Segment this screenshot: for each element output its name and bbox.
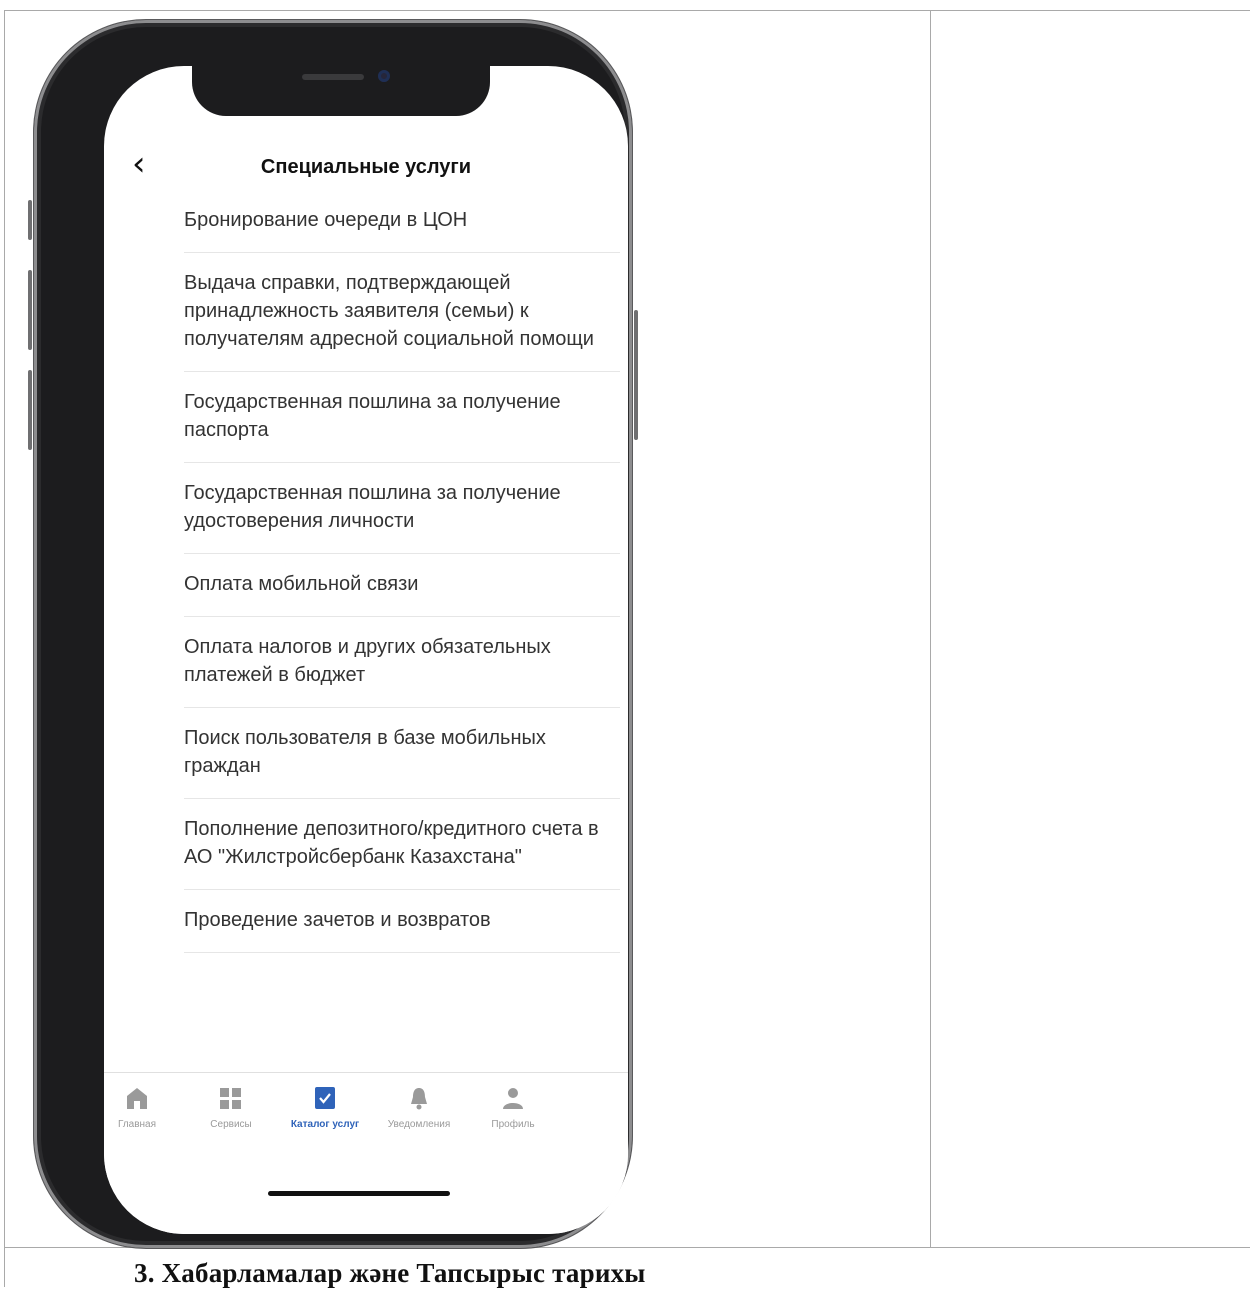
volume-up-button (28, 270, 32, 350)
services-list: Бронирование очереди в ЦОН Выдача справки… (104, 206, 628, 1072)
speaker-grille (302, 74, 364, 80)
tab-notifications[interactable]: Уведомления (374, 1085, 464, 1130)
phone-screen: ‹ Специальные услуги Бронирование очеред… (104, 66, 628, 1234)
service-list-item[interactable]: Пополнение депозитного/кредитного счета … (184, 799, 620, 890)
tab-label: Главная (117, 1119, 157, 1130)
service-list-item[interactable]: Оплата мобильной связи (184, 554, 620, 617)
bottom-tab-bar: Главная Сервисы Каталог услуг Уведомлени… (104, 1072, 628, 1234)
tab-home[interactable]: Главная (104, 1085, 182, 1130)
power-button (634, 310, 638, 440)
phone-notch (192, 56, 490, 116)
table-left-border (4, 1247, 5, 1287)
tab-profile[interactable]: Профиль (468, 1085, 558, 1130)
home-indicator (268, 1191, 450, 1196)
service-list-item[interactable]: Поиск пользователя в базе мобильных граж… (184, 708, 620, 799)
grid-icon (186, 1085, 276, 1113)
section-heading: 3. Хабарламалар және Тапсырыс тарихы (134, 1258, 646, 1288)
person-icon (468, 1085, 558, 1113)
tab-services[interactable]: Сервисы (186, 1085, 276, 1130)
table-column-divider (930, 10, 931, 1248)
service-list-item[interactable]: Проведение зачетов и возвратов (184, 890, 620, 953)
service-list-item[interactable]: Оплата налогов и других обязательных пла… (184, 617, 620, 708)
service-list-item[interactable]: Государственная пошлина за получение удо… (184, 463, 620, 554)
service-list-item[interactable]: Выдача справки, подтверждающей принадлеж… (184, 253, 620, 372)
tab-catalog[interactable]: Каталог услуг (280, 1085, 370, 1130)
bell-icon (374, 1085, 464, 1113)
front-camera (378, 70, 390, 82)
app-header: ‹ Специальные услуги (104, 146, 628, 194)
checkbox-icon (280, 1085, 370, 1113)
home-icon (104, 1085, 182, 1113)
tab-label: Сервисы (210, 1119, 252, 1130)
volume-down-button (28, 370, 32, 450)
tab-label: Профиль (491, 1119, 535, 1130)
tab-label: Уведомления (387, 1119, 451, 1130)
tab-label: Каталог услуг (290, 1119, 360, 1130)
service-list-item[interactable]: Государственная пошлина за получение пас… (184, 372, 620, 463)
mute-switch (28, 200, 32, 240)
service-list-item[interactable]: Бронирование очереди в ЦОН (184, 206, 620, 253)
page-title: Специальные услуги (260, 156, 472, 178)
